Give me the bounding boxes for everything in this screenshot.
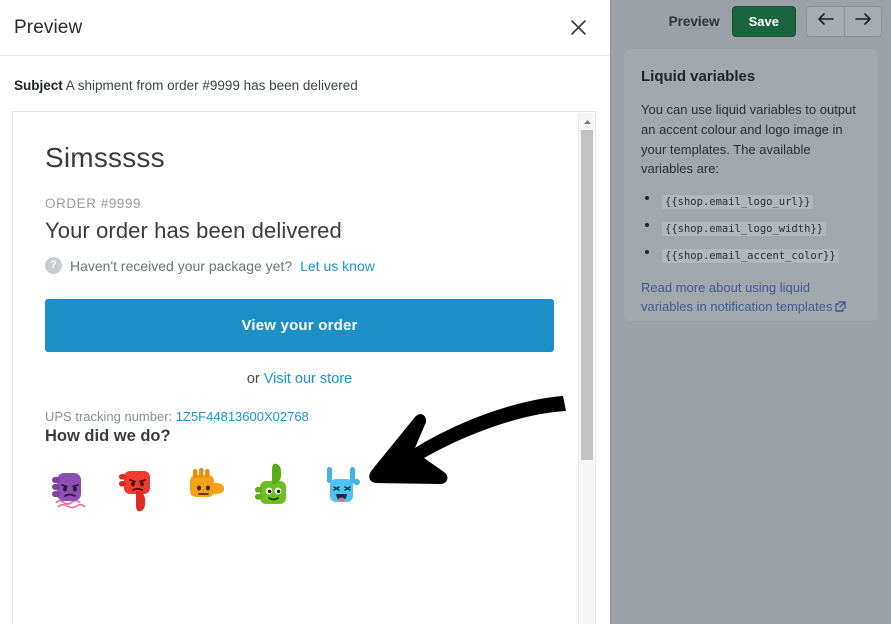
next-button[interactable] (844, 6, 882, 37)
app-root: Preview Subject A shipment from order #9… (0, 0, 891, 624)
liquid-variable-code: {{shop.email_logo_width}} (662, 222, 827, 237)
view-your-order-button[interactable]: View your order (45, 299, 554, 352)
close-icon (570, 19, 587, 36)
visit-our-store-link[interactable]: Visit our store (264, 371, 352, 387)
subject-value: A shipment from order #9999 has been del… (65, 78, 358, 93)
rating-emoji-angry-fist[interactable] (45, 463, 95, 515)
email-preview-card: Simsssss ORDER #9999 Your order has been… (12, 111, 596, 624)
rating-emoji-row (45, 463, 554, 515)
rating-emoji-neutral-hand[interactable] (181, 463, 231, 515)
sidebar: Preview Save Liquid variables You can us… (610, 0, 891, 624)
card-description: You can use liquid variables to output a… (641, 102, 856, 177)
page-title: Preview (14, 16, 83, 38)
liquid-variable-code: {{shop.email_accent_color}} (662, 249, 839, 264)
rating-emoji-thumbs-down[interactable] (113, 463, 163, 515)
liquid-variables-card: Liquid variables You can use liquid vari… (623, 48, 879, 322)
close-button[interactable] (564, 14, 592, 42)
liquid-docs-link-text: Read more about using liquid variables i… (641, 279, 833, 315)
chevron-up-icon (583, 112, 592, 130)
email-body: Simsssss ORDER #9999 Your order has been… (13, 112, 586, 515)
help-row: ? Haven't received your package yet? Let… (45, 257, 554, 274)
liquid-docs-link[interactable]: Read more about using liquid variables i… (641, 279, 846, 318)
let-us-know-link[interactable]: Let us know (300, 258, 375, 274)
preview-scrollbar-thumb[interactable] (581, 130, 593, 460)
shop-name: Simsssss (45, 142, 165, 173)
save-button[interactable]: Save (731, 6, 796, 37)
order-number-label: ORDER #9999 (45, 196, 142, 211)
liquid-variable-code: {{shop.email_logo_url}} (662, 195, 814, 209)
nav-button-group (806, 6, 882, 37)
preview-scrollbar-track[interactable] (578, 113, 594, 624)
subject-row: Subject A shipment from order #9999 has … (0, 56, 610, 107)
help-question-icon: ? (45, 257, 62, 274)
rating-emoji-thumbs-up[interactable] (249, 463, 299, 515)
arrow-right-icon (854, 12, 872, 31)
tracking-row: UPS tracking number: 1Z5F44813600X02768 (45, 409, 554, 424)
list-item: {{shop.email_accent_color}} (641, 243, 861, 266)
toolbar-preview-button[interactable]: Preview (669, 14, 720, 29)
card-title: Liquid variables (641, 68, 756, 85)
list-item: {{shop.email_logo_width}} (641, 216, 861, 239)
or-text: or (246, 371, 264, 387)
tracking-number[interactable]: 1Z5F44813600X02768 (176, 409, 309, 424)
email-headline: Your order has been delivered (45, 218, 342, 243)
list-item: {{shop.email_logo_url}} (641, 189, 861, 212)
preview-modal: Preview Subject A shipment from order #9… (0, 0, 610, 624)
help-text: Haven't received your package yet? (70, 257, 293, 274)
tracking-label: UPS tracking number: (45, 409, 176, 424)
rating-heading: How did we do? (45, 427, 171, 445)
scroll-up-button[interactable] (579, 113, 595, 129)
subject-label: Subject (14, 78, 63, 93)
modal-header: Preview (0, 0, 610, 56)
sidebar-toolbar: Preview Save (611, 0, 891, 38)
liquid-variable-list: {{shop.email_logo_url}} {{shop.email_log… (641, 189, 861, 267)
arrow-left-icon (817, 12, 835, 31)
previous-button[interactable] (806, 6, 844, 37)
external-link-icon (834, 298, 846, 318)
or-visit-store-row: or Visit our store (45, 352, 554, 409)
rating-emoji-rock-on[interactable] (317, 463, 367, 515)
